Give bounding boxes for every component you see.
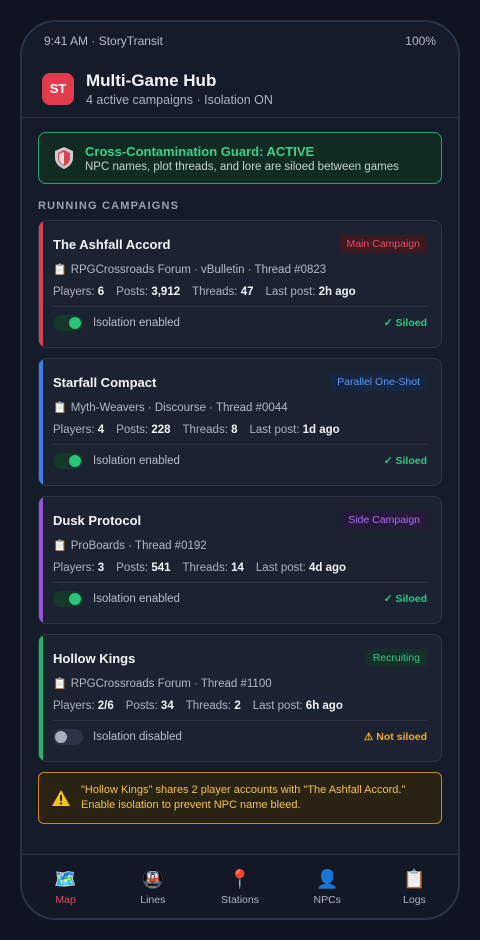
stat-0: Players: 6 [53, 286, 105, 298]
section-label: RUNNING CAMPAIGNS [38, 200, 180, 212]
campaign-card[interactable]: Dusk Protocol Side Campaign 📋 ProBoards … [38, 496, 442, 624]
campaign-card[interactable]: Starfall Compact Parallel One-Shot 📋 Myt… [38, 358, 442, 486]
person-icon: 👤 [316, 869, 339, 889]
stat-3: Last post: 1d ago [249, 424, 340, 436]
tab-label: Stations [221, 894, 259, 906]
tab-label: NPCs [313, 894, 341, 906]
stat-2: Threads: 2 [185, 700, 241, 712]
phone-frame: 9:41 AM · StoryTransit 100% ST Multi-Gam… [20, 20, 460, 920]
shield-icon [55, 147, 73, 169]
app-logo: ST [42, 72, 74, 105]
clipboard-icon: 📋 [53, 540, 67, 552]
warning-icon [52, 790, 70, 806]
campaign-source: Myth-Weavers · Discourse · Thread #0044 [70, 401, 288, 414]
clipboard-icon: 📋 [53, 264, 67, 276]
campaign-name: Starfall Compact [53, 374, 157, 390]
campaign-stats: Players: 3 Posts: 541 Threads: 14 Last post… [53, 562, 427, 574]
campaign-source: ProBoards · Thread #0192 [70, 539, 207, 552]
campaign-accent-stripe [39, 359, 43, 485]
battery-level: 100% [405, 34, 436, 48]
clipboard-icon: 📋 [53, 678, 67, 690]
campaign-source: RPGCrossroads Forum · Thread #1100 [70, 677, 272, 690]
isolation-status: ⚠ Not siloed [363, 731, 427, 743]
campaign-tag: Parallel One-Shot [330, 373, 427, 391]
stat-1: Posts: 3,912 [116, 286, 181, 298]
main-content: Cross-Contamination Guard: ACTIVE NPC na… [22, 118, 458, 824]
isolation-label: Isolation enabled [93, 455, 180, 467]
contamination-guard-banner: Cross-Contamination Guard: ACTIVE NPC na… [38, 132, 442, 184]
isolation-status: ✓ Siloed [383, 593, 427, 605]
isolation-status: ✓ Siloed [383, 317, 427, 329]
isolation-toggle[interactable] [53, 453, 83, 469]
train-icon: 🚇 [141, 869, 165, 889]
page-title: Multi-Game Hub [86, 70, 217, 90]
campaign-name: The Ashfall Accord [53, 236, 171, 252]
campaign-name: Dusk Protocol [53, 512, 142, 528]
isolation-label: Isolation enabled [93, 593, 180, 605]
campaign-tag: Side Campaign [341, 511, 427, 529]
stat-0: Players: 2/6 [53, 700, 114, 712]
campaign-accent-stripe [39, 635, 43, 761]
guard-description: NPC names, plot threads, and lore are si… [85, 160, 399, 173]
tab-logs[interactable]: 📋 Logs [371, 855, 458, 918]
pin-icon: 📍 [228, 869, 252, 889]
isolation-toggle[interactable] [53, 591, 83, 607]
campaign-card[interactable]: Hollow Kings Recruiting 📋 RPGCrossroads … [38, 634, 442, 762]
stat-3: Last post: 2h ago [265, 286, 356, 298]
stat-1: Posts: 541 [116, 562, 171, 574]
app-header: ST Multi-Game Hub 4 active campaigns · I… [22, 60, 458, 118]
guard-title: Cross-Contamination Guard: ACTIVE [85, 143, 315, 159]
isolation-label: Isolation enabled [93, 317, 180, 329]
status-time: 9:41 AM · StoryTransit [44, 34, 163, 48]
tab-lines[interactable]: 🚇 Lines [109, 855, 196, 918]
tab-label: Map [55, 894, 76, 906]
stat-2: Threads: 8 [182, 424, 238, 436]
tab-bar: 🗺️ Map 🚇 Lines 📍 Stations 👤 NPCs 📋 Logs [22, 854, 458, 918]
isolation-label: Isolation disabled [93, 731, 182, 743]
map-icon: 🗺️ [54, 869, 77, 889]
campaign-accent-stripe [39, 497, 43, 623]
campaign-source: RPGCrossroads Forum · vBulletin · Thread… [70, 263, 327, 276]
clipboard-icon: 📋 [403, 869, 426, 889]
tab-map[interactable]: 🗺️ Map [22, 855, 109, 918]
stat-2: Threads: 14 [182, 562, 244, 574]
isolation-toggle[interactable] [53, 315, 83, 331]
tab-label: Lines [140, 894, 166, 906]
campaign-tag: Recruiting [365, 649, 427, 667]
campaign-stats: Players: 6 Posts: 3,912 Threads: 47 Last po… [53, 286, 427, 298]
tab-label: Logs [403, 894, 426, 906]
stat-0: Players: 3 [53, 562, 105, 574]
stat-2: Threads: 47 [192, 286, 254, 298]
isolation-toggle[interactable] [53, 729, 83, 745]
warning-text: "Hollow Kings" shares 2 player accounts … [81, 784, 406, 811]
page-subtitle: 4 active campaigns · Isolation ON [86, 92, 273, 107]
stat-1: Posts: 228 [116, 424, 171, 436]
shared-players-warning: "Hollow Kings" shares 2 player accounts … [38, 772, 442, 824]
campaign-stats: Players: 4 Posts: 228 Threads: 8 Last post:… [53, 424, 427, 436]
stat-3: Last post: 6h ago [252, 700, 343, 712]
status-bar: 9:41 AM · StoryTransit 100% [22, 22, 458, 60]
stat-3: Last post: 4d ago [255, 562, 347, 574]
isolation-status: ✓ Siloed [383, 455, 427, 467]
campaign-accent-stripe [39, 221, 43, 347]
campaign-list: The Ashfall Accord Main Campaign 📋 RPGCr… [38, 220, 442, 762]
stat-0: Players: 4 [53, 424, 105, 436]
tab-stations[interactable]: 📍 Stations [196, 855, 283, 918]
clipboard-icon: 📋 [53, 402, 67, 414]
campaign-name: Hollow Kings [53, 650, 136, 666]
campaign-card[interactable]: The Ashfall Accord Main Campaign 📋 RPGCr… [38, 220, 442, 348]
tab-npcs[interactable]: 👤 NPCs [284, 855, 371, 918]
stat-1: Posts: 34 [125, 700, 174, 712]
campaign-tag: Main Campaign [339, 235, 427, 253]
campaign-stats: Players: 2/6 Posts: 34 Threads: 2 Last post… [53, 700, 427, 712]
